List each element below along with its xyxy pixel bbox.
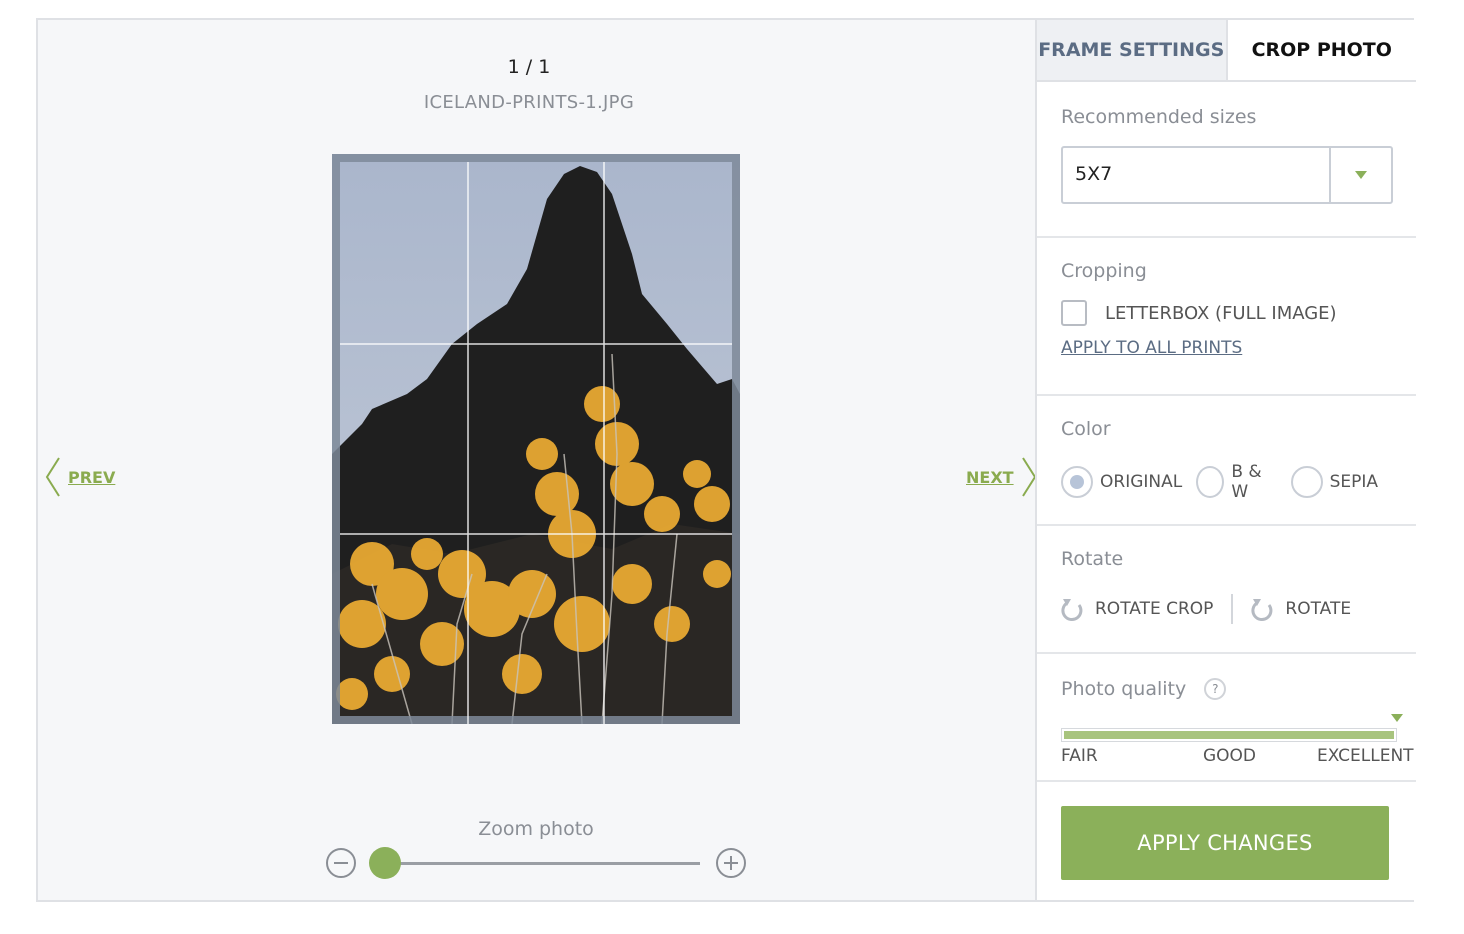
prev-label: PREV — [68, 467, 116, 487]
apply-changes-button[interactable]: APPLY CHANGES — [1061, 806, 1389, 880]
quality-title: Photo quality — [1061, 678, 1187, 700]
rotate-icon — [1251, 599, 1273, 621]
crop-editor: 1 / 1 ICELAND-PRINTS-1.JPG PREV NEXT Zoo… — [36, 18, 1416, 902]
recommended-sizes-section: Recommended sizes 5X7 — [1037, 82, 1416, 238]
zoom-control — [326, 846, 748, 880]
color-title: Color — [1061, 418, 1111, 440]
color-options: ORIGINAL B & W SEPIA — [1061, 462, 1392, 502]
quality-meter: FAIR GOOD EXCELLENT — [1061, 714, 1414, 766]
tab-bar: FRAME SETTINGS CROP PHOTO — [1037, 20, 1416, 82]
rotate-button[interactable]: ROTATE — [1251, 595, 1351, 623]
settings-panel: FRAME SETTINGS CROP PHOTO Recommended si… — [1035, 20, 1416, 900]
next-label: NEXT — [966, 467, 1014, 487]
cropping-title: Cropping — [1061, 260, 1147, 282]
rotate-controls: ROTATE CROP ROTATE — [1061, 594, 1392, 624]
photo-crop-area[interactable] — [332, 154, 740, 724]
chevron-left-icon — [45, 457, 60, 497]
prev-button[interactable]: PREV — [44, 456, 115, 498]
help-icon[interactable]: ? — [1204, 678, 1227, 700]
zoom-in-icon[interactable] — [716, 848, 746, 878]
rotate-section: Rotate ROTATE CROP ROTATE — [1037, 526, 1416, 654]
quality-marker — [1391, 714, 1403, 722]
zoom-label: Zoom photo — [478, 818, 594, 840]
zoom-track[interactable] — [372, 862, 700, 865]
letterbox-checkbox[interactable] — [1061, 300, 1087, 326]
tab-crop-photo[interactable]: CROP PHOTO — [1227, 20, 1416, 80]
letterbox-option[interactable]: LETTERBOX (FULL IMAGE) — [1061, 300, 1392, 326]
quality-fill — [1064, 731, 1394, 739]
radio-sepia[interactable] — [1290, 466, 1323, 498]
radio-label: SEPIA — [1329, 472, 1378, 492]
recommended-sizes-title: Recommended sizes — [1061, 106, 1257, 128]
rotate-crop-button[interactable]: ROTATE CROP — [1061, 595, 1213, 623]
color-option-original[interactable]: ORIGINAL — [1061, 466, 1182, 498]
color-option-sepia[interactable]: SEPIA — [1290, 466, 1378, 498]
quality-label-fair: FAIR — [1061, 746, 1098, 766]
size-select[interactable]: 5X7 — [1061, 146, 1393, 204]
radio-original[interactable] — [1061, 466, 1093, 498]
rotate-divider — [1231, 594, 1234, 624]
size-select-value: 5X7 — [1075, 163, 1113, 185]
rotate-icon — [1061, 599, 1083, 621]
rotate-label: ROTATE — [1285, 599, 1352, 619]
photo-filename: ICELAND-PRINTS-1.JPG — [423, 92, 635, 113]
rotate-title: Rotate — [1061, 548, 1124, 570]
letterbox-label: LETTERBOX (FULL IMAGE) — [1105, 302, 1337, 324]
photo-counter: 1 / 1 — [507, 56, 551, 78]
color-option-bw[interactable]: B & W — [1196, 462, 1276, 502]
color-section: Color ORIGINAL B & W SEPIA — [1037, 396, 1416, 526]
tab-frame-settings[interactable]: FRAME SETTINGS — [1037, 20, 1228, 80]
quality-header: Photo quality ? — [1061, 678, 1392, 700]
photo-viewer: 1 / 1 ICELAND-PRINTS-1.JPG PREV NEXT Zoo… — [38, 20, 1038, 900]
radio-label: ORIGINAL — [1100, 472, 1183, 492]
zoom-out-icon[interactable] — [326, 848, 356, 878]
photo-image — [332, 154, 740, 724]
quality-label-good: GOOD — [1203, 746, 1257, 766]
zoom-slider-thumb[interactable] — [369, 847, 401, 879]
next-button[interactable]: NEXT — [966, 456, 1038, 498]
rotate-crop-label: ROTATE CROP — [1095, 599, 1214, 619]
dropdown-caret-icon — [1355, 171, 1367, 179]
quality-track — [1061, 728, 1397, 742]
cropping-section: Cropping LETTERBOX (FULL IMAGE) APPLY TO… — [1037, 238, 1416, 396]
radio-label: B & W — [1231, 462, 1262, 502]
radio-bw[interactable] — [1196, 466, 1225, 498]
select-divider — [1329, 148, 1331, 202]
quality-label-excellent: EXCELLENT — [1317, 746, 1414, 766]
photo-quality-section: Photo quality ? FAIR GOOD EXCELLENT — [1037, 654, 1416, 782]
apply-to-all-link[interactable]: APPLY TO ALL PRINTS — [1061, 338, 1242, 358]
